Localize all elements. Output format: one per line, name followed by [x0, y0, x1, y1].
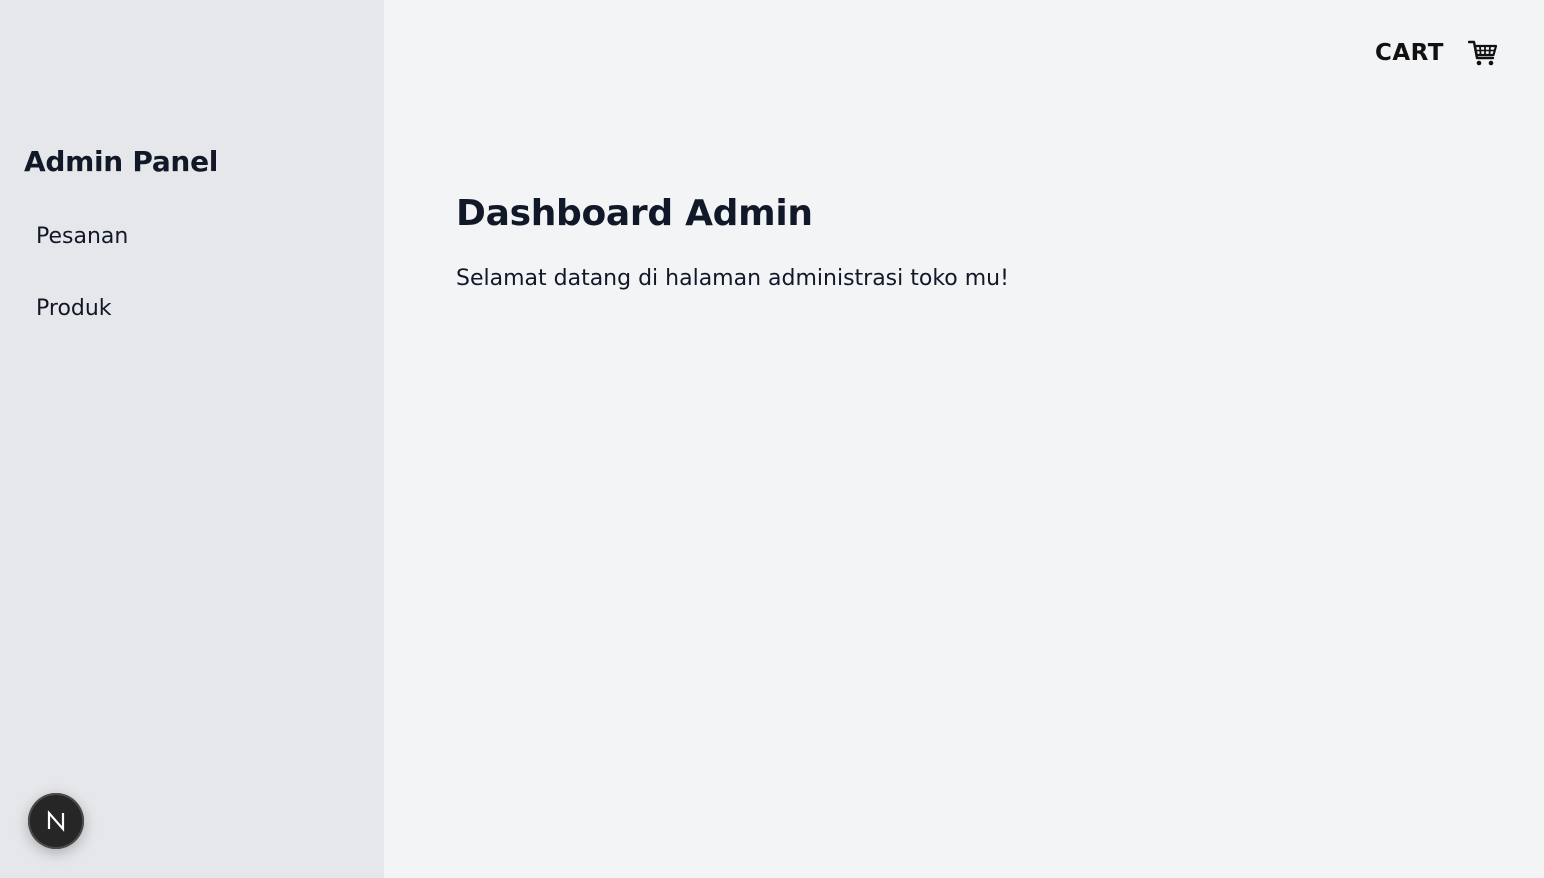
nextjs-dev-badge[interactable] [28, 793, 84, 849]
sidebar-item-produk[interactable]: Produk [36, 296, 112, 321]
cart-label: CART [1374, 40, 1444, 66]
shopping-cart-icon [1468, 40, 1498, 66]
cart-link[interactable]: CART [1375, 38, 1498, 68]
sidebar-item-pesanan[interactable]: Pesanan [36, 224, 128, 249]
page-title: Dashboard Admin [456, 193, 813, 234]
page-subtitle: Selamat datang di halaman administrasi t… [456, 266, 1009, 291]
sidebar-title: Admin Panel [24, 145, 219, 178]
nextjs-logo-icon [47, 810, 65, 832]
main-content: CART Dashboard Admin Selamat datang di h… [384, 0, 1544, 878]
sidebar: Admin Panel Pesanan Produk [0, 0, 384, 878]
app-layout: Admin Panel Pesanan Produk CART Dashboar… [0, 0, 1544, 878]
